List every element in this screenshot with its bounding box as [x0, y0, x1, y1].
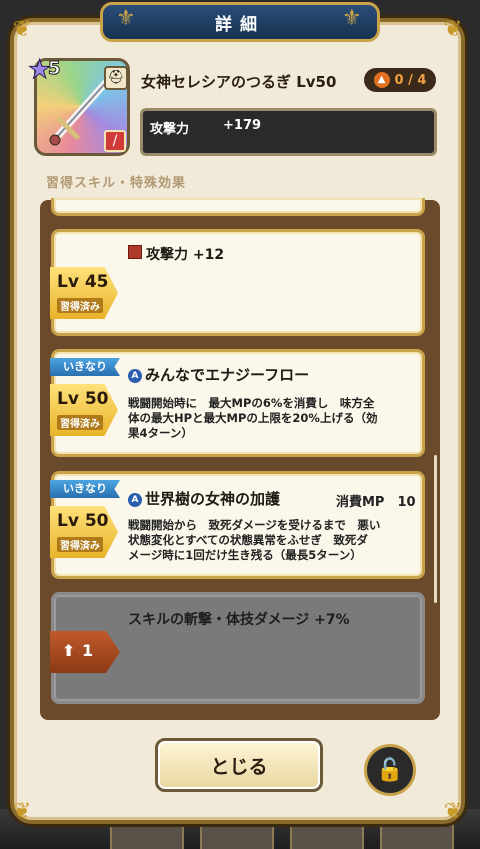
desc-line: メージ時に1回だけ生き残る（最長5ターン）	[128, 548, 362, 562]
upgrade-badge: ⬆ 1	[50, 631, 120, 673]
skill-level: Lv 50	[57, 511, 109, 531]
sword-type-icon: /	[104, 130, 126, 152]
skill-title: A 世界樹の女神の加護	[128, 488, 280, 509]
stat-box: 攻撃力 +179	[140, 108, 437, 156]
corner-ornament-icon: ❦	[443, 17, 463, 42]
section-label: 習得スキル・特殊効果	[46, 176, 187, 191]
up-arrow-icon: ▲	[373, 72, 390, 88]
item-name: 女神セレシアのつるぎ Lv50	[141, 73, 337, 91]
rarity-badge: ★ 5	[27, 56, 74, 86]
lock-button[interactable]: 🔓	[364, 744, 416, 796]
dialog-title-banner: 詳細	[100, 2, 380, 42]
unlock-icon: 🔓	[376, 757, 404, 783]
skill-circle-icon: A	[128, 369, 142, 383]
desc-line: 状態変化とすべての状態異常をふせぎ 致死ダ	[128, 533, 368, 547]
up-arrow-icon: ⬆	[62, 641, 76, 660]
dialog-title: 詳細	[215, 14, 265, 35]
skill-title: A みんなでエナジーフロー	[128, 364, 309, 385]
corner-ornament-icon: ❦	[443, 799, 463, 824]
skill-effect-text: スキルの斬撃・体技ダメージ +7%	[128, 612, 350, 628]
list-item-partial	[51, 198, 425, 216]
learned-label: 習得済み	[57, 537, 103, 552]
desc-line: 戦闘開始時に 最大MPの6%を消費し 味方全	[128, 396, 375, 410]
sudden-tag: いきなり	[50, 358, 120, 376]
close-button-label: とじる	[210, 755, 268, 778]
skill-level: Lv 45	[57, 272, 109, 292]
skill-description: 戦闘開始時に 最大MPの6%を消費し 味方全 体の最大HPと最大MPの上限を20…	[128, 396, 377, 441]
limit-break-badge: ▲ 0 / 4	[364, 68, 436, 92]
mp-cost: 消費MP 10	[336, 495, 416, 510]
upgrade-count: 1	[82, 641, 94, 660]
fleur-right-icon: ⚜	[342, 6, 362, 31]
limit-break-count: 0 / 4	[394, 72, 427, 88]
learned-label: 習得済み	[57, 415, 103, 430]
rarity-value: 5	[48, 58, 61, 80]
level-badge: Lv 50 習得済み	[50, 506, 118, 558]
skill-text: 攻撃力 +12	[128, 244, 224, 264]
skill-description: 戦闘開始から 致死ダメージを受けるまで 悪い 状態変化とすべての状態異常をふせぎ…	[128, 518, 380, 563]
level-badge: Lv 50 習得済み	[50, 384, 118, 436]
level-badge: Lv 45 習得済み	[50, 267, 118, 319]
skill-effect-text: 攻撃力 +12	[146, 247, 225, 263]
corner-ornament-icon: ❦	[12, 17, 32, 42]
stat-value: +179	[223, 118, 262, 133]
desc-line: 果4ターン）	[128, 426, 193, 440]
sudden-tag: いきなり	[50, 480, 120, 498]
fleur-left-icon: ⚜	[116, 6, 136, 31]
learned-label: 習得済み	[57, 298, 103, 313]
skill-circle-icon: A	[128, 493, 142, 507]
helmet-icon: ⛑	[104, 66, 128, 90]
skill-card[interactable]: いきなり Lv 50 習得済み A みんなでエナジーフロー 戦闘開始時に 最大MP…	[50, 349, 425, 457]
skill-card[interactable]: Lv 45 習得済み 攻撃力 +12	[50, 229, 425, 336]
close-button[interactable]: とじる	[155, 738, 323, 792]
desc-line: 体の最大HPと最大MPの上限を20%上げる（効	[128, 411, 378, 425]
locked-skill-card[interactable]: スキルの斬撃・体技ダメージ +7% ⬆ 1	[50, 592, 425, 704]
corner-ornament-icon: ❦	[12, 799, 32, 824]
skill-card[interactable]: いきなり Lv 50 習得済み A 世界樹の女神の加護 消費MP 10 戦闘開始か…	[50, 471, 425, 579]
skill-title-text: みんなでエナジーフロー	[145, 366, 310, 384]
skill-title-text: 世界樹の女神の加護	[145, 490, 281, 508]
skill-level: Lv 50	[57, 389, 109, 409]
scrollbar[interactable]	[434, 455, 437, 603]
desc-line: 戦闘開始から 致死ダメージを受けるまで 悪い	[128, 518, 381, 532]
stat-label: 攻撃力	[150, 122, 190, 137]
attack-icon	[128, 245, 142, 259]
